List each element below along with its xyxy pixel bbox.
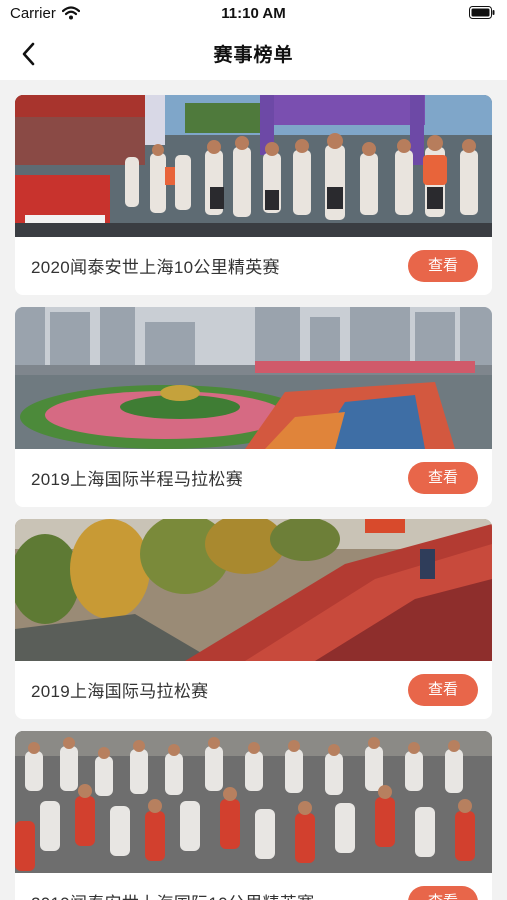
- event-photo: [15, 307, 492, 449]
- event-photo: [15, 519, 492, 661]
- view-button[interactable]: 查看: [408, 674, 478, 706]
- battery-icon: [469, 6, 495, 19]
- status-bar: Carrier 11:10 AM: [0, 0, 507, 28]
- event-title: 2020闻泰安世上海10公里精英赛: [31, 258, 280, 277]
- event-title: 2019闻泰安世上海国际10公里精英赛: [31, 889, 314, 900]
- view-button[interactable]: 查看: [408, 462, 478, 494]
- event-title: 2019上海国际马拉松赛: [31, 682, 209, 701]
- view-button[interactable]: 查看: [408, 886, 478, 900]
- event-card[interactable]: 2019上海国际马拉松赛 查看: [15, 519, 492, 719]
- page-title: 赛事榜单: [213, 45, 294, 66]
- event-photo: [15, 95, 492, 237]
- event-card[interactable]: 2019闻泰安世上海国际10公里精英赛 查看: [15, 731, 492, 900]
- event-list: 2020闻泰安世上海10公里精英赛 查看 2019上海国际半程马拉松赛 查看 2…: [15, 95, 492, 900]
- event-card[interactable]: 2020闻泰安世上海10公里精英赛 查看: [15, 95, 492, 295]
- clock-label: 11:10 AM: [221, 5, 286, 22]
- event-card[interactable]: 2019上海国际半程马拉松赛 查看: [15, 307, 492, 507]
- event-photo: [15, 731, 492, 873]
- view-button[interactable]: 查看: [408, 250, 478, 282]
- nav-bar: 赛事榜单: [0, 28, 507, 80]
- event-title: 2019上海国际半程马拉松赛: [31, 470, 244, 489]
